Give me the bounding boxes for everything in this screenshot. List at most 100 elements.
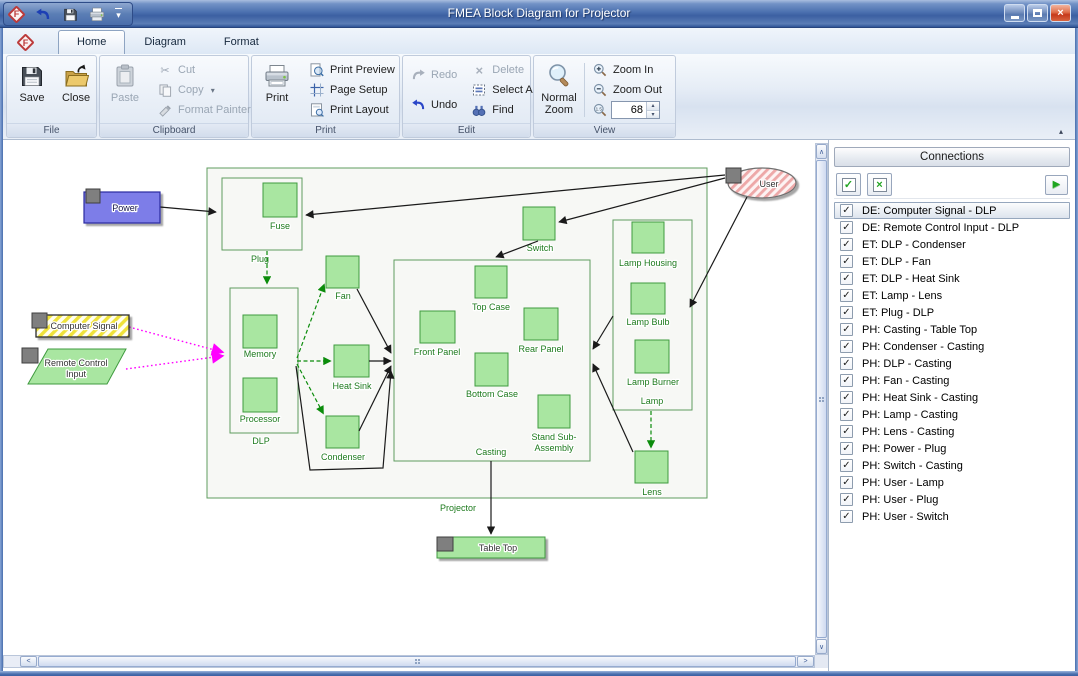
connection-item[interactable]: ✓ PH: Heat Sink - Casting xyxy=(834,389,1070,406)
select-all-button[interactable]: Select All xyxy=(467,80,541,100)
scroll-left-button[interactable]: < xyxy=(20,656,37,667)
connection-checkbox[interactable]: ✓ xyxy=(840,510,853,523)
user-node[interactable]: User xyxy=(726,168,796,198)
save-button[interactable]: Save xyxy=(10,58,54,104)
connection-item[interactable]: ✓ ET: Plug - DLP xyxy=(834,304,1070,321)
uncheck-all-button[interactable]: × xyxy=(867,173,892,196)
remote-control-input-node[interactable]: Remote Control Input xyxy=(22,348,126,384)
minimize-button[interactable] xyxy=(1004,4,1025,22)
delete-button[interactable]: × Delete xyxy=(467,60,541,80)
lens-block[interactable] xyxy=(635,451,668,483)
print-layout-button[interactable]: Print Layout xyxy=(305,100,399,120)
scroll-right-button[interactable]: > xyxy=(797,656,814,667)
connection-checkbox[interactable]: ✓ xyxy=(840,442,853,455)
diagram-canvas[interactable]: Projector Fuse Plug Memory Processor DLP… xyxy=(3,140,815,668)
page-setup-button[interactable]: Page Setup xyxy=(305,80,399,100)
memory-block[interactable] xyxy=(243,315,277,348)
connection-item[interactable]: ✓ ET: DLP - Fan xyxy=(834,253,1070,270)
handle-square[interactable] xyxy=(32,313,47,328)
connection-item[interactable]: ✓ PH: DLP - Casting xyxy=(834,355,1070,372)
power-node[interactable]: Power xyxy=(84,189,160,223)
connection-checkbox[interactable]: ✓ xyxy=(840,323,853,336)
find-button[interactable]: Find xyxy=(467,100,541,120)
zoom-in-button[interactable]: Zoom In xyxy=(588,60,666,80)
connection-checkbox[interactable]: ✓ xyxy=(840,306,853,319)
connection-item[interactable]: ✓ DE: Remote Control Input - DLP xyxy=(834,219,1070,236)
cut-button[interactable]: ✂ Cut xyxy=(153,60,255,80)
redo-button[interactable]: Redo xyxy=(406,65,461,85)
connection-checkbox[interactable]: ✓ xyxy=(840,340,853,353)
tab-home[interactable]: Home xyxy=(58,30,125,54)
connection-item[interactable]: ✓ PH: Lens - Casting xyxy=(834,423,1070,440)
handle-square[interactable] xyxy=(86,189,100,203)
maximize-button[interactable] xyxy=(1027,4,1048,22)
connection-item[interactable]: ✓ ET: DLP - Condenser xyxy=(834,236,1070,253)
paste-button[interactable]: Paste xyxy=(103,58,147,104)
connection-checkbox[interactable]: ✓ xyxy=(840,459,853,472)
condenser-block[interactable] xyxy=(326,416,359,448)
print-button[interactable]: Print xyxy=(255,58,299,104)
connection-item[interactable]: ✓ PH: Lamp - Casting xyxy=(834,406,1070,423)
stand-sub-assembly-block[interactable] xyxy=(538,395,570,428)
check-all-button[interactable]: ✓ xyxy=(836,173,861,196)
canvas-horizontal-scrollbar[interactable]: < > xyxy=(3,655,815,668)
connection-item[interactable]: ✓ PH: User - Lamp xyxy=(834,474,1070,491)
lamp-housing-block[interactable] xyxy=(632,222,664,253)
scroll-up-button[interactable]: ∧ xyxy=(816,144,827,159)
computer-signal-node[interactable]: Computer Signal xyxy=(32,313,129,337)
handle-square[interactable] xyxy=(437,537,453,551)
zoom-spin-up-icon[interactable]: ▴ xyxy=(647,102,659,110)
tab-format[interactable]: Format xyxy=(205,30,278,54)
connection-item[interactable]: ✓ PH: Casting - Table Top xyxy=(834,321,1070,338)
rear-panel-block[interactable] xyxy=(524,308,558,340)
print-preview-button[interactable]: Print Preview xyxy=(305,60,399,80)
connection-checkbox[interactable]: ✓ xyxy=(840,221,853,234)
connection-checkbox[interactable]: ✓ xyxy=(840,204,853,217)
close-file-button[interactable]: Close xyxy=(54,58,98,104)
connection-item[interactable]: ✓ PH: Fan - Casting xyxy=(834,372,1070,389)
connection-item[interactable]: ✓ PH: User - Plug xyxy=(834,491,1070,508)
format-painter-button[interactable]: Format Painter xyxy=(153,100,255,120)
fmea-block-diagram[interactable]: Projector Fuse Plug Memory Processor DLP… xyxy=(3,143,815,655)
vertical-scroll-thumb[interactable] xyxy=(816,160,827,638)
connection-item[interactable]: ✓ PH: User - Switch xyxy=(834,508,1070,525)
connection-checkbox[interactable]: ✓ xyxy=(840,357,853,370)
lamp-burner-block[interactable] xyxy=(635,340,669,373)
connection-item[interactable]: ✓ PH: Condenser - Casting xyxy=(834,338,1070,355)
top-case-block[interactable] xyxy=(475,266,507,298)
fan-block[interactable] xyxy=(326,256,359,288)
connection-checkbox[interactable]: ✓ xyxy=(840,255,853,268)
connection-item[interactable]: ✓ ET: Lamp - Lens xyxy=(834,287,1070,304)
connection-item[interactable]: ✓ DE: Computer Signal - DLP xyxy=(834,202,1070,219)
connection-checkbox[interactable]: ✓ xyxy=(840,408,853,421)
connection-checkbox[interactable]: ✓ xyxy=(840,476,853,489)
handle-square[interactable] xyxy=(726,168,741,183)
connection-checkbox[interactable]: ✓ xyxy=(840,493,853,506)
normal-zoom-button[interactable]: NormalZoom xyxy=(537,58,581,116)
connection-item[interactable]: ✓ PH: Power - Plug xyxy=(834,440,1070,457)
file-menu-button[interactable]: F xyxy=(17,34,34,51)
zoom-spin-down-icon[interactable]: ▾ xyxy=(647,110,659,119)
connection-checkbox[interactable]: ✓ xyxy=(840,272,853,285)
ribbon-collapse-icon[interactable]: ▴ xyxy=(1059,127,1063,136)
connection-checkbox[interactable]: ✓ xyxy=(840,391,853,404)
connection-checkbox[interactable]: ✓ xyxy=(840,238,853,251)
copy-button[interactable]: Copy ▾ xyxy=(153,80,255,100)
apply-connections-button[interactable]: ▶ xyxy=(1045,175,1068,195)
titlebar[interactable]: F ▾ FMEA Block Diagram for Projector × xyxy=(0,0,1078,28)
connection-item[interactable]: ✓ PH: Switch - Casting xyxy=(834,457,1070,474)
switch-block[interactable] xyxy=(523,207,555,240)
table-top-node[interactable]: Table Top xyxy=(437,537,545,558)
front-panel-block[interactable] xyxy=(420,311,455,343)
zoom-out-button[interactable]: Zoom Out xyxy=(588,80,666,100)
zoom-level-input[interactable] xyxy=(612,102,646,118)
bottom-case-block[interactable] xyxy=(475,353,508,386)
connection-checkbox[interactable]: ✓ xyxy=(840,374,853,387)
fuse-block[interactable] xyxy=(263,183,297,217)
heat-sink-block[interactable] xyxy=(334,345,369,377)
canvas-vertical-scrollbar[interactable]: ∧ ∨ xyxy=(815,143,828,655)
lamp-bulb-block[interactable] xyxy=(631,283,665,314)
scroll-down-button[interactable]: ∨ xyxy=(816,639,827,654)
horizontal-scroll-thumb[interactable] xyxy=(38,656,796,667)
connection-checkbox[interactable]: ✓ xyxy=(840,425,853,438)
